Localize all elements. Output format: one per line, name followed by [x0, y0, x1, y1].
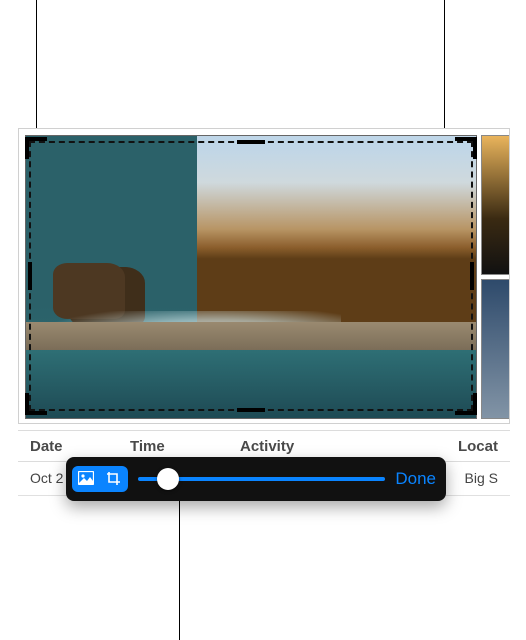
photo-main[interactable]	[25, 135, 477, 419]
callout-leader	[179, 494, 180, 640]
thumbnail-strip	[481, 135, 510, 419]
crop-handle-top[interactable]	[237, 140, 265, 144]
mode-crop-button[interactable]	[100, 466, 128, 492]
crop-handle-bl[interactable]	[25, 393, 47, 415]
mode-photo-button[interactable]	[72, 466, 100, 492]
crop-handle-left[interactable]	[28, 262, 32, 290]
crop-handle-tl[interactable]	[25, 137, 47, 159]
callout-leader	[444, 0, 445, 136]
crop-handle-bottom[interactable]	[237, 408, 265, 412]
photo-well-panel	[18, 128, 510, 424]
callout-leader	[36, 0, 37, 136]
crop-handle-tr[interactable]	[455, 137, 477, 159]
thumbnail[interactable]	[481, 279, 510, 419]
photo-region-beach	[26, 322, 476, 350]
crop-handle-br[interactable]	[455, 393, 477, 415]
edit-toolbar: Done	[66, 457, 446, 501]
mode-segmented-control	[72, 466, 128, 492]
crop-icon	[106, 471, 122, 488]
slider-knob[interactable]	[157, 468, 179, 490]
app-window: Date Time Activity Locat Oct 2 Big S	[0, 0, 526, 640]
column-header-location[interactable]: Locat	[444, 431, 510, 461]
zoom-slider[interactable]	[138, 457, 385, 501]
photo-icon	[78, 471, 94, 488]
crop-handle-right[interactable]	[470, 262, 474, 290]
cell-location: Big S	[444, 462, 510, 495]
thumbnail[interactable]	[481, 135, 510, 275]
done-button[interactable]: Done	[395, 469, 436, 489]
